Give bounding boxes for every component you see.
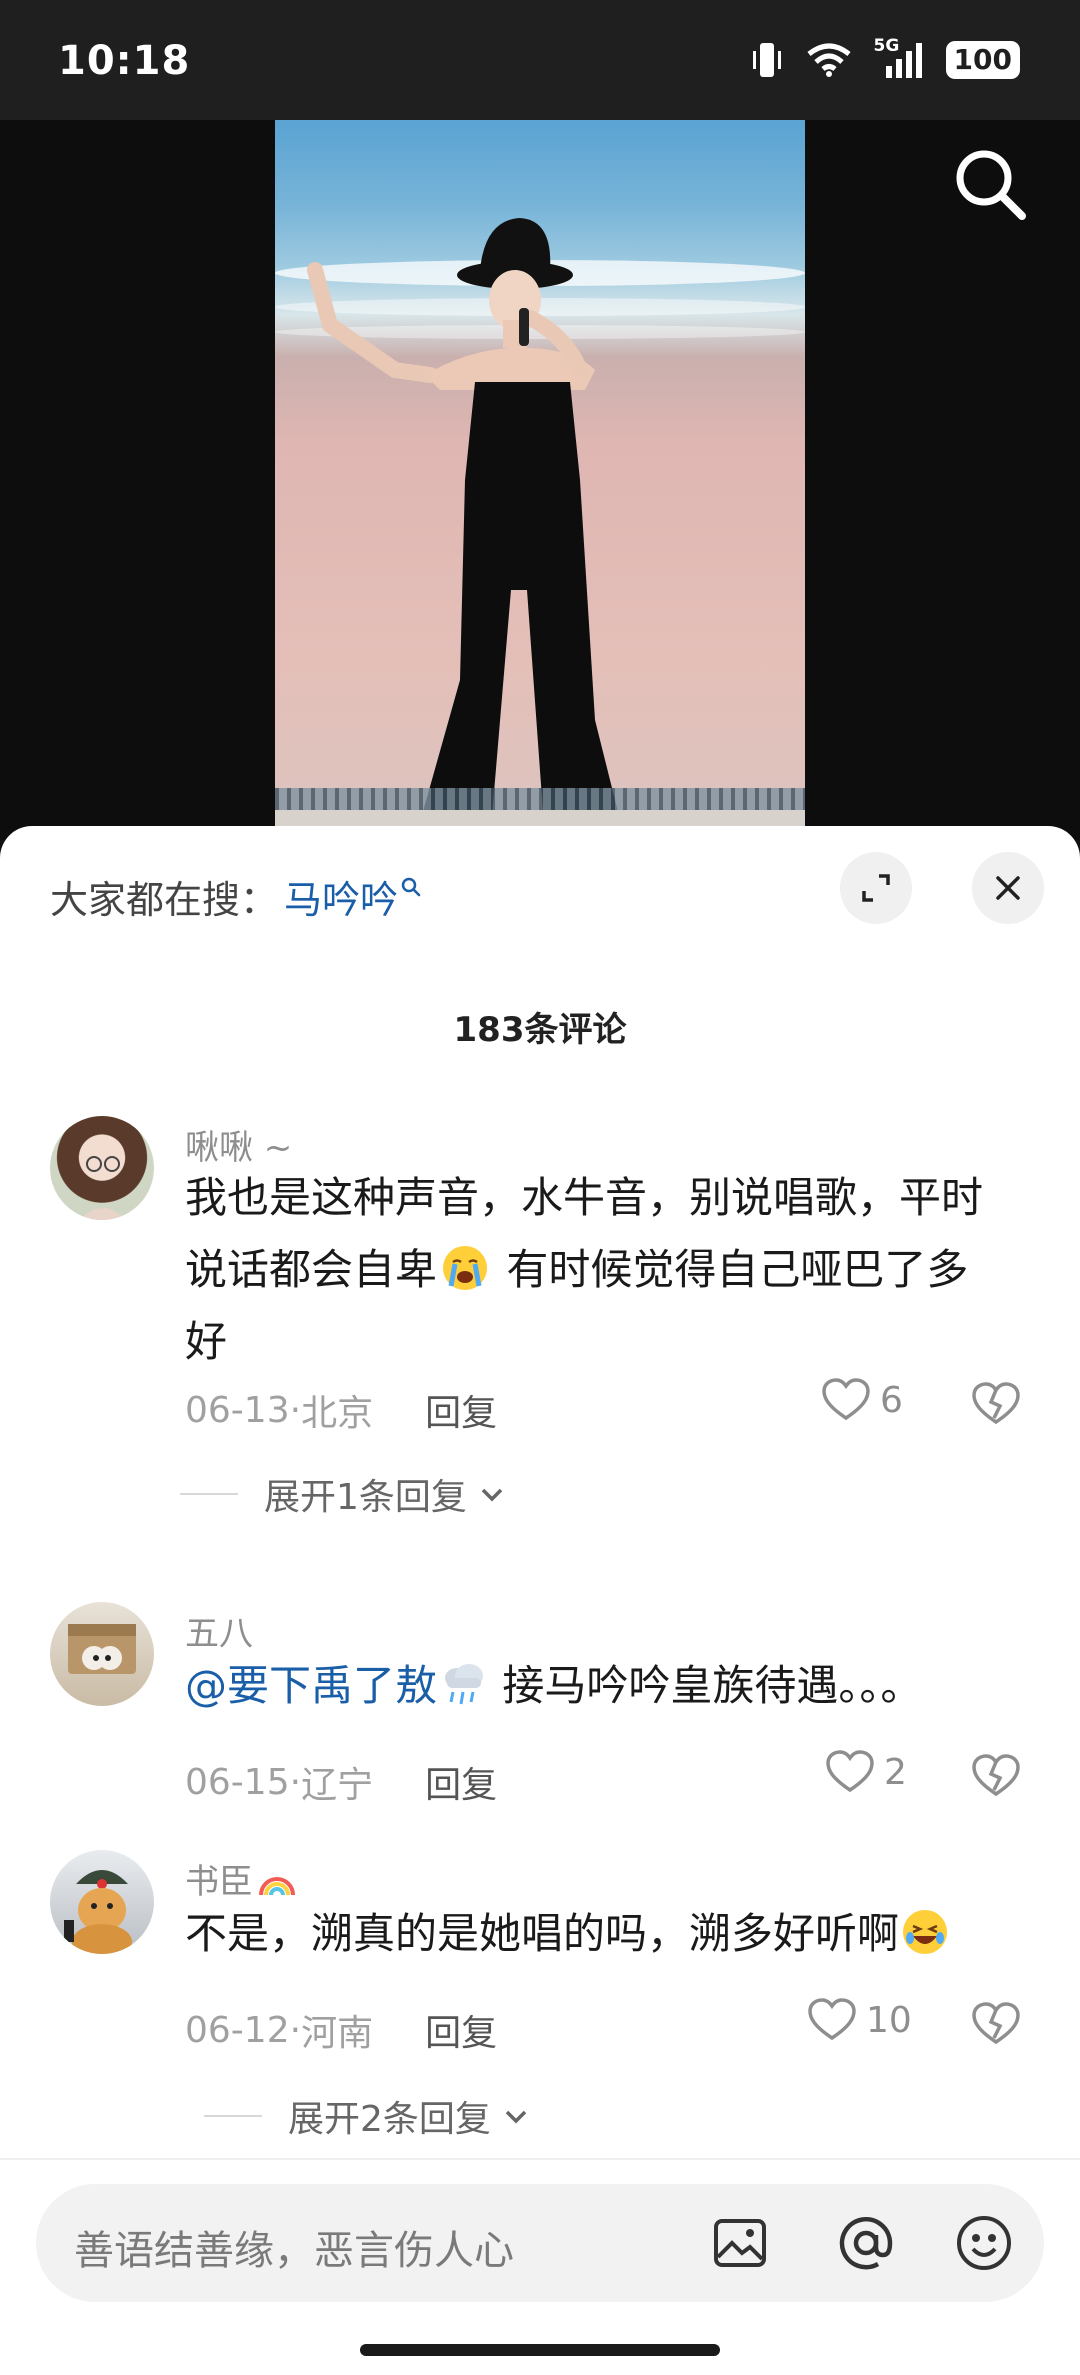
comment-text-part: 接马吟吟皇族待遇。。。 bbox=[489, 1661, 923, 1710]
expand-replies-label: 展开1条回复 bbox=[264, 1477, 467, 1518]
comment-text: 不是，溯真的是她唱的吗，溯多好听啊 bbox=[185, 1898, 1045, 1970]
reply-button[interactable]: 回复 bbox=[425, 2004, 497, 2056]
divider bbox=[0, 2158, 1080, 2160]
like-button[interactable]: 2 bbox=[826, 1750, 907, 1794]
comment-username[interactable]: 五八 bbox=[185, 1606, 253, 1655]
comment-text-part: 不是，溯真的是她唱的吗，溯多好听啊 bbox=[185, 1909, 900, 1958]
username-text: 书臣 bbox=[185, 1862, 253, 1902]
vibrate-icon bbox=[752, 43, 781, 77]
heart-icon bbox=[826, 1750, 874, 1793]
comment-username[interactable]: 书臣 bbox=[185, 1854, 297, 1903]
dislike-icon[interactable] bbox=[972, 2002, 1020, 2046]
comment-text: @要下禹了敖 接马吟吟皇族待遇。。。 bbox=[185, 1650, 1045, 1722]
trending-search: 大家都在搜： 马吟吟 bbox=[50, 866, 422, 926]
avatar[interactable] bbox=[50, 1850, 154, 1954]
laughing-emoji-icon bbox=[901, 1906, 949, 1954]
comment-location: 辽宁 bbox=[301, 1765, 374, 1806]
cellular-signal-icon: 5G bbox=[874, 36, 924, 80]
status-icons: 5G 100 bbox=[750, 36, 1020, 80]
chevron-down-icon bbox=[505, 2110, 527, 2124]
battery-indicator: 100 bbox=[945, 41, 1020, 79]
mention-link[interactable]: @要下禹了敖 bbox=[185, 1661, 437, 1710]
video-frame bbox=[275, 120, 805, 840]
comment-line: 说话都会自卑 有时候觉得自己哑巴了多 bbox=[185, 1234, 1045, 1306]
comment-text: 我也是这种声音，水牛音，别说唱歌，平时 说话都会自卑 有时候觉得自己哑巴了多 好 bbox=[185, 1162, 1045, 1378]
comment-sheet: 大家都在搜： 马吟吟 183条评论 啾啾 ~ 我也是这种声音，水牛音，别说唱歌，… bbox=[0, 826, 1080, 2375]
crying-emoji-icon bbox=[441, 1242, 489, 1290]
dislike-icon[interactable] bbox=[972, 1754, 1020, 1798]
heart-icon bbox=[808, 1998, 856, 2041]
expand-replies-button[interactable]: 展开1条回复 bbox=[180, 1468, 509, 1520]
avatar[interactable] bbox=[50, 1116, 154, 1220]
comment-count: 183条评论 bbox=[453, 1010, 627, 1050]
like-count: 10 bbox=[866, 1999, 912, 2041]
expand-replies-button[interactable]: 展开2条回复 bbox=[204, 2090, 533, 2142]
comment-line: 好 bbox=[185, 1317, 228, 1366]
close-icon bbox=[996, 876, 1020, 900]
emoji-icon[interactable] bbox=[954, 2213, 1014, 2273]
comment-input[interactable]: 善语结善缘，恶言伤人心 bbox=[36, 2184, 1044, 2302]
at-icon[interactable] bbox=[836, 2213, 896, 2273]
comment-meta: 06-12 · 河南 回复 bbox=[185, 2004, 497, 2056]
chevron-down-icon bbox=[481, 1488, 503, 1502]
status-bar: 10:18 5G 100 bbox=[0, 0, 1080, 120]
expand-button[interactable] bbox=[840, 852, 912, 924]
reply-button[interactable]: 回复 bbox=[425, 1384, 497, 1436]
home-indicator[interactable] bbox=[360, 2344, 720, 2356]
meta-separator: · bbox=[289, 1761, 302, 1803]
rain-cloud-emoji-icon bbox=[439, 1658, 487, 1706]
rainbow-emoji-icon bbox=[257, 1865, 297, 1897]
comment-text-part: 有时候觉得自己哑巴了多 bbox=[493, 1245, 969, 1294]
avatar[interactable] bbox=[50, 1602, 154, 1706]
like-button[interactable]: 6 bbox=[822, 1378, 903, 1422]
comment-meta: 06-13 · 北京 回复 bbox=[185, 1384, 497, 1436]
comment-text-part: 说话都会自卑 bbox=[185, 1245, 438, 1294]
search-icon[interactable] bbox=[946, 140, 1036, 230]
divider bbox=[204, 2115, 262, 2117]
wifi-icon bbox=[806, 43, 851, 77]
like-count: 6 bbox=[880, 1379, 903, 1421]
trending-label: 大家都在搜： bbox=[50, 877, 279, 922]
expand-icon bbox=[862, 874, 890, 902]
expand-replies-label: 展开2条回复 bbox=[288, 2099, 491, 2140]
video-player[interactable] bbox=[0, 120, 1080, 840]
status-time: 10:18 bbox=[58, 38, 191, 84]
comment-line: 我也是这种声音，水牛音，别说唱歌，平时 bbox=[185, 1173, 984, 1222]
comment-date: 06-15 bbox=[185, 1761, 290, 1803]
comment-date: 06-12 bbox=[185, 2009, 290, 2051]
like-count: 2 bbox=[884, 1751, 907, 1793]
reply-button[interactable]: 回复 bbox=[425, 1756, 497, 1808]
image-icon[interactable] bbox=[710, 2213, 770, 2273]
dislike-icon[interactable] bbox=[972, 1382, 1020, 1426]
close-button[interactable] bbox=[972, 852, 1044, 924]
fence bbox=[275, 788, 805, 810]
meta-separator: · bbox=[289, 2009, 302, 2051]
heart-icon bbox=[822, 1378, 870, 1421]
comment-location: 北京 bbox=[301, 1393, 374, 1434]
divider bbox=[180, 1493, 238, 1495]
comment-date: 06-13 bbox=[185, 1389, 290, 1431]
meta-separator: · bbox=[289, 1389, 302, 1431]
comment-meta: 06-15 · 辽宁 回复 bbox=[185, 1756, 497, 1808]
search-icon[interactable] bbox=[400, 876, 422, 898]
like-button[interactable]: 10 bbox=[808, 1998, 912, 2042]
comment-location: 河南 bbox=[301, 2013, 374, 2054]
trending-term[interactable]: 马吟吟 bbox=[284, 869, 398, 924]
comment-input-placeholder: 善语结善缘，恶言伤人心 bbox=[74, 2228, 514, 2274]
singer-figure bbox=[307, 218, 625, 840]
